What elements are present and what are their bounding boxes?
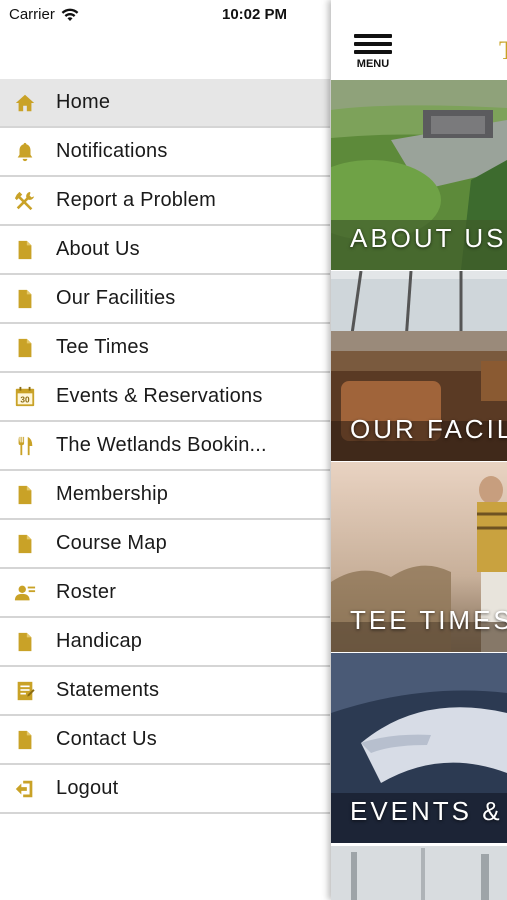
menu-button-label: MENU	[356, 58, 390, 70]
drawer-item-report-a-problem[interactable]: Report a Problem	[0, 177, 330, 226]
home-icon	[13, 91, 37, 115]
drawer-item-tee-times[interactable]: Tee Times	[0, 324, 330, 373]
drawer-item-label: Our Facilities	[56, 287, 176, 309]
tile-title: EVENTS &	[350, 796, 503, 826]
document-icon	[13, 483, 37, 507]
tile-our-facilities[interactable]: OUR FACIL	[331, 271, 507, 461]
brand-logo: T	[499, 36, 507, 65]
tools-icon	[13, 189, 37, 213]
drawer-item-course-map[interactable]: Course Map	[0, 520, 330, 569]
interior-image	[331, 846, 507, 900]
drawer-item-label: Report a Problem	[56, 189, 216, 211]
document-icon	[13, 238, 37, 262]
drawer-item-label: Handicap	[56, 630, 143, 652]
document-icon	[13, 287, 37, 311]
drawer-item-contact-us[interactable]: Contact Us	[0, 716, 330, 765]
drawer-item-label: Home	[56, 91, 111, 113]
drawer-item-label: Events & Reservations	[56, 385, 263, 407]
drawer-item-about-us[interactable]: About Us	[0, 226, 330, 275]
drawer-item-label: Contact Us	[56, 728, 157, 750]
drawer-item-home[interactable]: Home	[0, 79, 330, 128]
drawer-item-label: The Wetlands Bookin...	[56, 434, 267, 456]
drawer-item-label: Course Map	[56, 532, 167, 554]
tile-more[interactable]	[331, 846, 507, 900]
document-icon	[13, 630, 37, 654]
tile-title: ABOUT US	[350, 223, 507, 253]
menu-button[interactable]: MENU	[353, 34, 393, 74]
drawer-item-roster[interactable]: Roster	[0, 569, 330, 618]
tile-tee-times[interactable]: TEE TIMES	[331, 462, 507, 652]
tile-events[interactable]: EVENTS &	[331, 653, 507, 843]
drawer-item-the-wetlands-bookin[interactable]: The Wetlands Bookin...	[0, 422, 330, 471]
document-icon	[13, 336, 37, 360]
clock: 10:02 PM	[222, 6, 288, 23]
calendar-icon: 30	[13, 385, 37, 409]
drawer-item-membership[interactable]: Membership	[0, 471, 330, 520]
drawer-item-label: Notifications	[56, 140, 168, 162]
carrier-label: Carrier	[9, 6, 55, 23]
drawer-item-our-facilities[interactable]: Our Facilities	[0, 275, 330, 324]
drawer-item-label: Tee Times	[56, 336, 149, 358]
svg-text:30: 30	[20, 395, 30, 404]
drawer-item-label: Logout	[56, 777, 119, 799]
drawer-item-logout[interactable]: Logout	[0, 765, 330, 814]
document-icon	[13, 532, 37, 556]
statement-icon	[13, 679, 37, 703]
drawer-item-label: About Us	[56, 238, 140, 260]
tile-title: TEE TIMES	[350, 605, 507, 635]
drawer-item-label: Roster	[56, 581, 117, 603]
document-icon	[13, 728, 37, 752]
bell-icon	[13, 140, 37, 164]
fork-knife-icon	[13, 434, 37, 458]
main-content-panel: MENU T ABOUT US OUR FACIL TEE TIMES EVEN…	[331, 0, 507, 900]
drawer-item-label: Statements	[56, 679, 160, 701]
side-drawer: Home Notifications Report a Problem About U…	[0, 79, 330, 814]
roster-icon	[13, 581, 37, 605]
drawer-item-handicap[interactable]: Handicap	[0, 618, 330, 667]
carrier-indicator: Carrier	[9, 6, 79, 23]
wifi-icon	[61, 8, 79, 21]
tile-title: OUR FACIL	[350, 414, 507, 444]
logout-icon	[13, 777, 37, 801]
drawer-item-label: Membership	[56, 483, 169, 505]
drawer-item-notifications[interactable]: Notifications	[0, 128, 330, 177]
tile-about-us[interactable]: ABOUT US	[331, 80, 507, 270]
drawer-item-statements[interactable]: Statements	[0, 667, 330, 716]
drawer-item-events-reservations[interactable]: 30 Events & Reservations	[0, 373, 330, 422]
